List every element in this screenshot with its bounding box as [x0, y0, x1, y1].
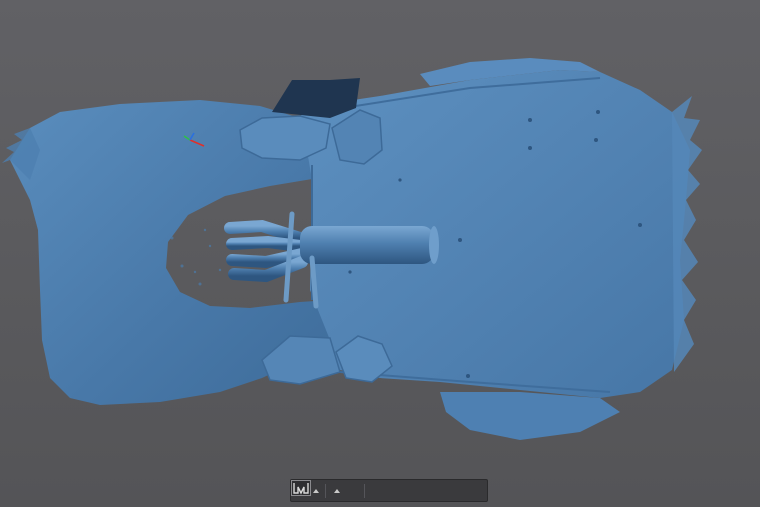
section-plane-button[interactable] — [292, 480, 354, 500]
wireframe-box-button[interactable] — [292, 480, 348, 500]
color-map-menu-caret[interactable] — [334, 488, 340, 493]
clipping-button[interactable] — [292, 481, 360, 500]
surface-shading-menu-caret[interactable] — [313, 488, 319, 493]
color-map-button[interactable] — [292, 481, 342, 500]
scanned-model[interactable] — [0, 0, 760, 507]
toolbar-separator — [325, 483, 326, 498]
3d-viewport[interactable] — [0, 0, 760, 507]
scan-fringe-right — [672, 96, 702, 372]
toolbar-separator-2 — [364, 483, 365, 498]
w-logo-button[interactable] — [291, 480, 373, 500]
scan-noise — [170, 228, 222, 286]
bottom-flange — [440, 392, 620, 440]
bottom-toolbar — [290, 479, 488, 502]
w-logo-icon — [291, 480, 311, 496]
